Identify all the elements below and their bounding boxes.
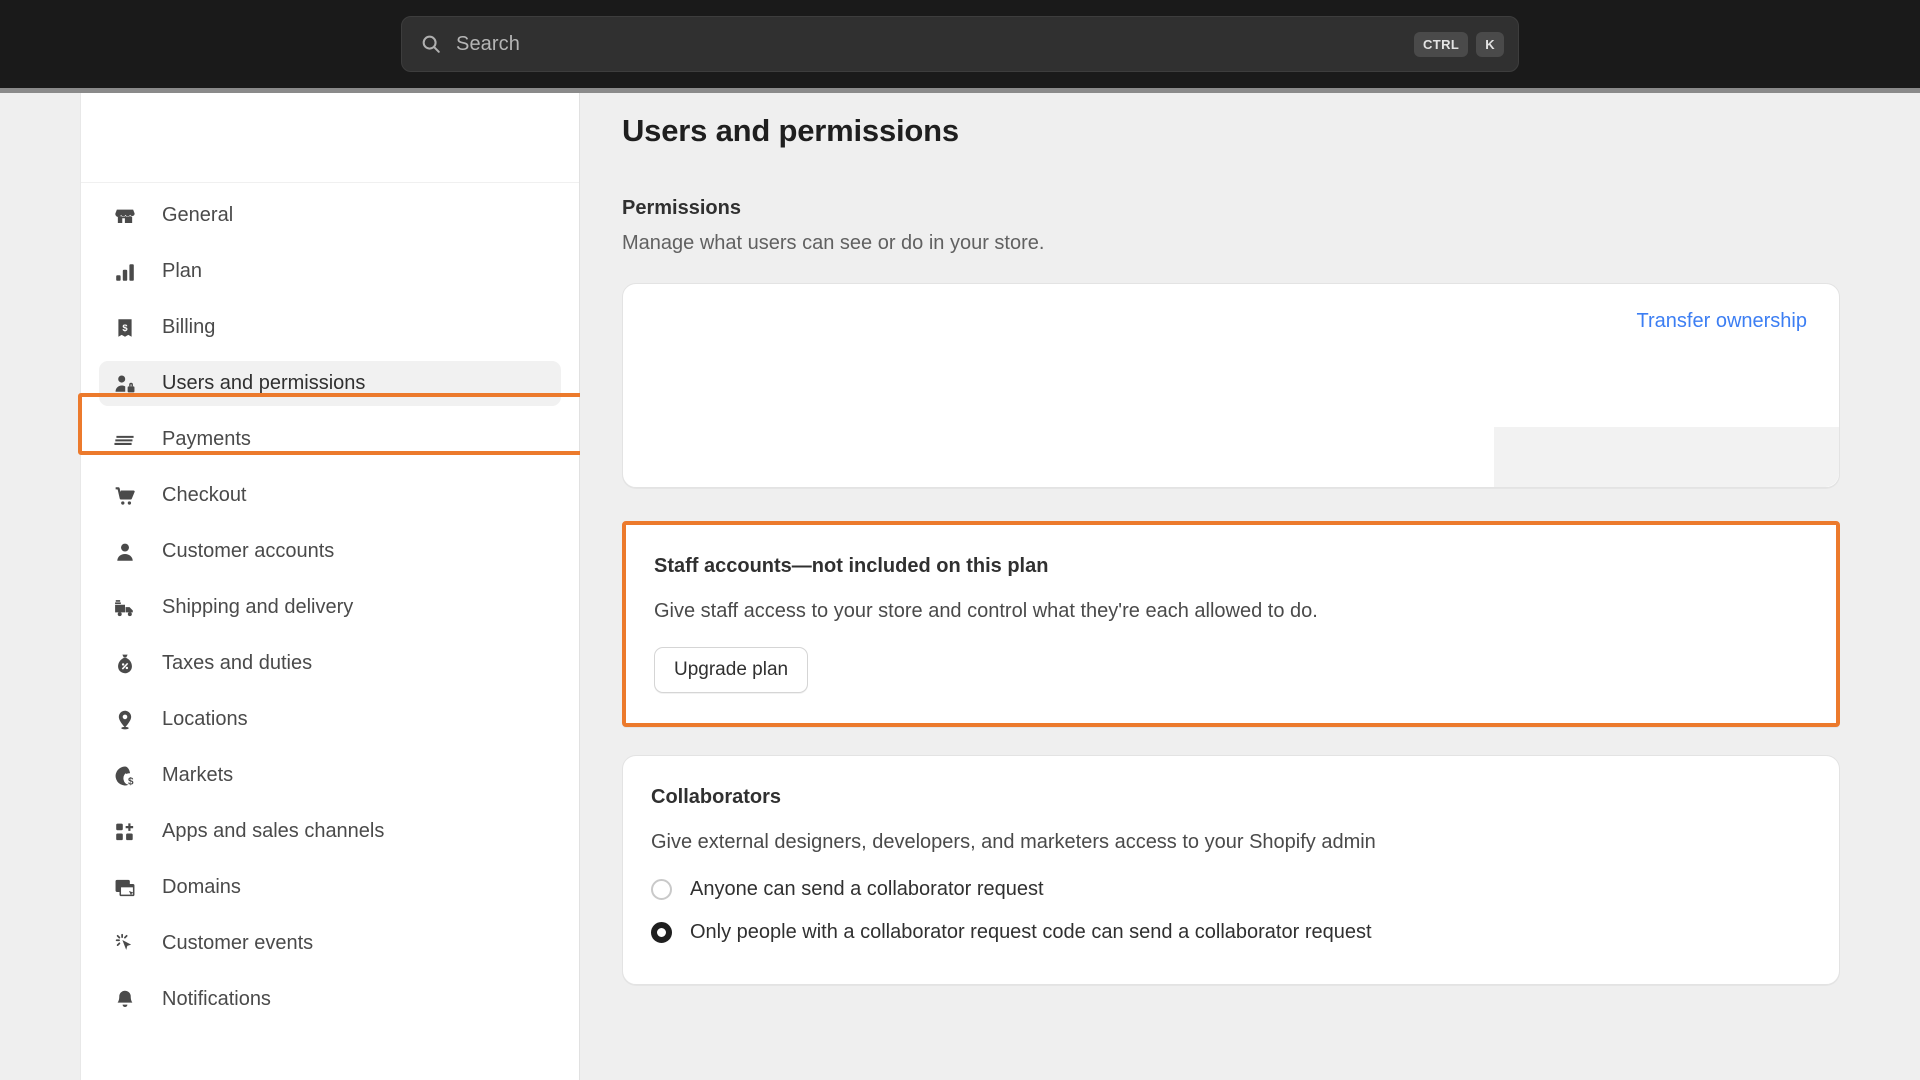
collaborators-card: Collaborators Give external designers, d… <box>622 755 1840 985</box>
main-content: Users and permissions Permissions Manage… <box>580 93 1920 1080</box>
sidebar-item-label: Markets <box>162 764 234 786</box>
bell-icon <box>113 988 137 1012</box>
sidebar-item-taxes-and-duties[interactable]: Taxes and duties <box>99 641 561 686</box>
page-title: Users and permissions <box>622 113 959 148</box>
collaborators-title: Collaborators <box>651 786 782 808</box>
sidebar-item-plan[interactable]: Plan <box>99 249 561 294</box>
search-placeholder: Search <box>456 32 520 55</box>
sidebar-item-label: Users and permissions <box>162 372 366 394</box>
search-input[interactable]: Search CTRL K <box>401 16 1519 72</box>
staff-accounts-title: Staff accounts—not included on this plan <box>654 555 1049 577</box>
sidebar-item-label: Shipping and delivery <box>162 596 354 618</box>
sidebar-item-billing[interactable]: $ Billing <box>99 305 561 350</box>
sidebar-item-customer-accounts[interactable]: Customer accounts <box>99 529 561 574</box>
radio-unselected-icon[interactable] <box>651 879 672 900</box>
cart-icon <box>113 484 137 508</box>
sidebar-item-payments[interactable]: Payments <box>99 417 561 462</box>
page-body: General Plan $ Billing Users and permiss… <box>0 93 1920 1080</box>
collaborator-option-anyone[interactable]: Anyone can send a collaborator request <box>651 878 1807 901</box>
person-icon <box>113 540 137 564</box>
sidebar-item-label: Billing <box>162 316 216 338</box>
sidebar-item-label: Customer events <box>162 932 314 954</box>
sidebar-item-label: Plan <box>162 260 203 282</box>
sidebar-item-label: Locations <box>162 708 248 730</box>
store-icon <box>113 204 137 228</box>
owner-card-footer-shade <box>1494 427 1839 487</box>
sidebar-item-checkout[interactable]: Checkout <box>99 473 561 518</box>
sidebar-store-header <box>81 93 579 183</box>
search-icon <box>420 33 442 55</box>
upgrade-plan-button[interactable]: Upgrade plan <box>654 647 809 693</box>
search-shortcut-badges: CTRL K <box>1413 31 1504 57</box>
sidebar-item-label: General <box>162 204 234 226</box>
permissions-description: Manage what users can see or do in your … <box>622 232 1045 254</box>
delivery-truck-icon <box>113 596 137 620</box>
radio-selected-icon[interactable] <box>651 922 672 943</box>
domain-window-icon <box>113 876 137 900</box>
money-bag-percent-icon <box>113 652 137 676</box>
permissions-heading: Permissions <box>622 197 741 219</box>
sidebar-item-general[interactable]: General <box>99 193 561 238</box>
settings-sidebar: General Plan $ Billing Users and permiss… <box>80 93 580 1080</box>
sidebar-item-apps-and-sales-channels[interactable]: Apps and sales channels <box>99 809 561 854</box>
sidebar-item-label: Domains <box>162 876 241 898</box>
sidebar-item-label: Checkout <box>162 484 247 506</box>
credit-card-icon <box>113 428 137 452</box>
svg-text:$: $ <box>128 776 134 787</box>
svg-text:$: $ <box>122 322 128 332</box>
transfer-ownership-link[interactable]: Transfer ownership <box>1637 310 1807 333</box>
top-bar: Search CTRL K <box>0 0 1920 88</box>
users-lock-icon <box>113 372 137 396</box>
sidebar-item-shipping-and-delivery[interactable]: Shipping and delivery <box>99 585 561 630</box>
sidebar-item-notifications[interactable]: Notifications <box>99 977 561 1022</box>
apps-grid-plus-icon <box>113 820 137 844</box>
store-owner-card: Transfer ownership <box>622 283 1840 488</box>
cursor-click-icon <box>113 932 137 956</box>
collaborator-option-request-code[interactable]: Only people with a collaborator request … <box>651 921 1807 944</box>
sidebar-item-customer-events[interactable]: Customer events <box>99 921 561 966</box>
staff-accounts-card: Staff accounts—not included on this plan… <box>622 521 1840 727</box>
sidebar-item-label: Customer accounts <box>162 540 335 562</box>
sidebar-item-label: Payments <box>162 428 251 450</box>
sidebar-item-label: Taxes and duties <box>162 652 313 674</box>
sidebar-item-label: Notifications <box>162 988 271 1010</box>
key-badge-ctrl: CTRL <box>1413 31 1469 57</box>
globe-dollar-icon: $ <box>113 764 137 788</box>
sidebar-item-markets[interactable]: $ Markets <box>99 753 561 798</box>
receipt-dollar-icon: $ <box>113 316 137 340</box>
map-pin-icon <box>113 708 137 732</box>
collaborator-option-label: Anyone can send a collaborator request <box>690 878 1044 900</box>
staff-accounts-description: Give staff access to your store and cont… <box>654 600 1318 622</box>
sidebar-item-users-and-permissions[interactable]: Users and permissions <box>99 361 561 406</box>
chart-bar-icon <box>113 260 137 284</box>
sidebar-nav: General Plan $ Billing Users and permiss… <box>81 183 579 1022</box>
collaborators-description: Give external designers, developers, and… <box>651 831 1376 853</box>
sidebar-item-label: Apps and sales channels <box>162 820 385 842</box>
sidebar-item-locations[interactable]: Locations <box>99 697 561 742</box>
sidebar-item-domains[interactable]: Domains <box>99 865 561 910</box>
key-badge-k: K <box>1476 31 1504 57</box>
collaborator-option-label: Only people with a collaborator request … <box>690 921 1372 943</box>
